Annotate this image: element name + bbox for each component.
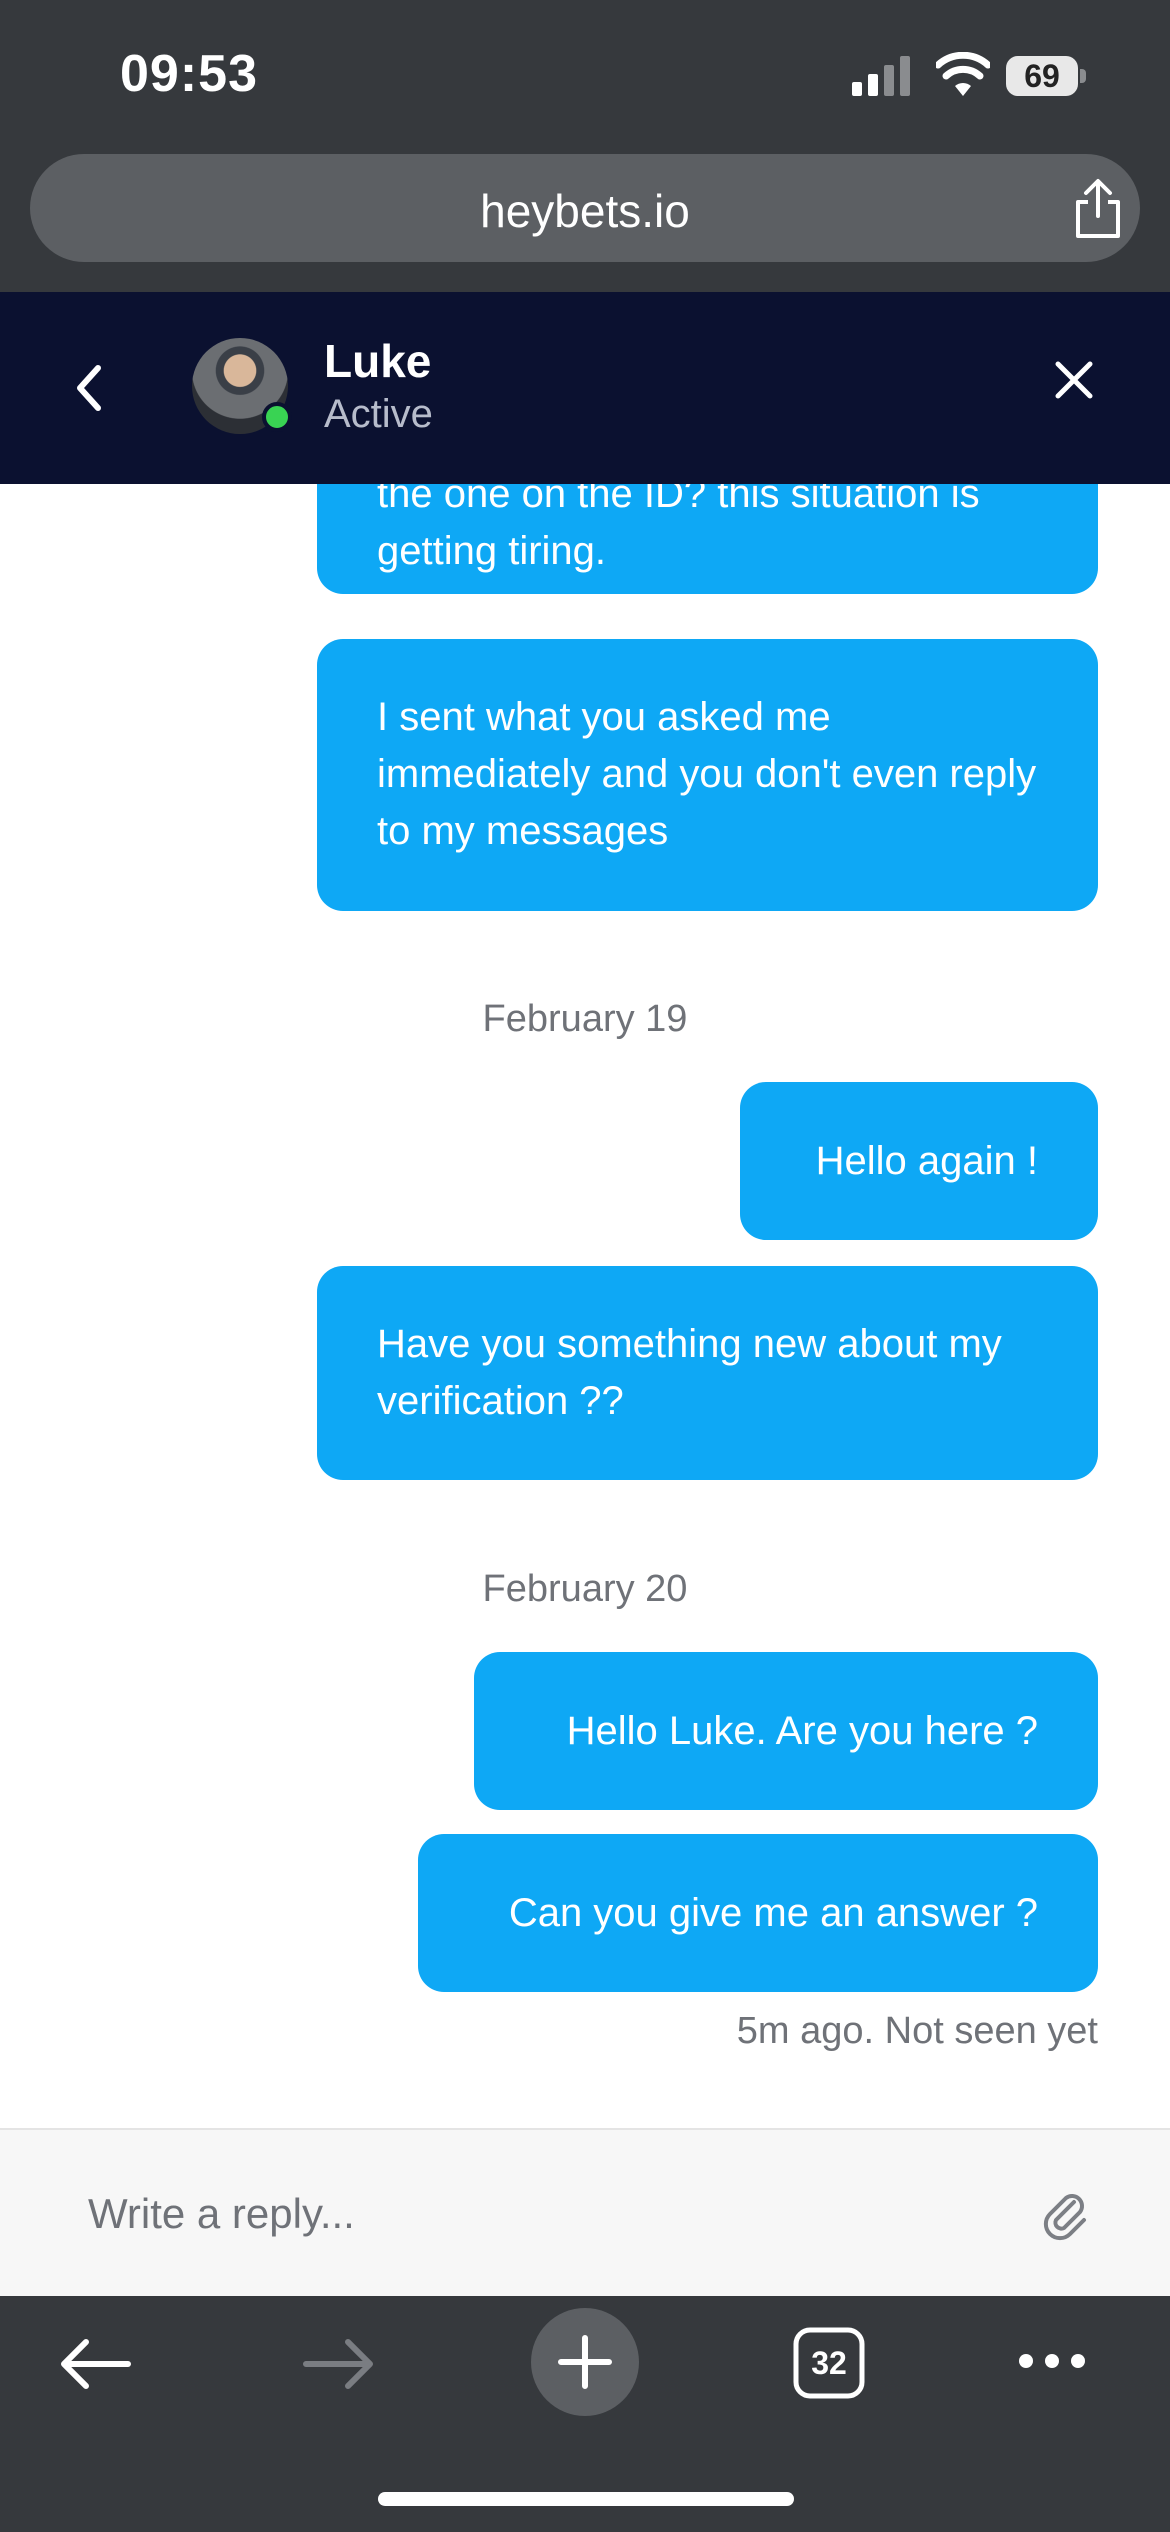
paperclip-icon[interactable]: [1040, 2186, 1090, 2242]
contact-presence: Active: [324, 392, 433, 436]
message-text: Have you something new about my verifica…: [377, 1322, 1002, 1423]
online-status-dot: [262, 402, 292, 432]
message-text: Hello again !: [815, 1139, 1038, 1183]
message-text: getting tiring.: [377, 529, 607, 573]
share-icon[interactable]: [1070, 178, 1126, 240]
message-bubble: Can you give me an answer ?: [418, 1834, 1098, 1992]
message-text: I sent what you asked me immediately and…: [377, 695, 1037, 853]
reply-bar: Write a reply...: [0, 2128, 1170, 2298]
battery-indicator: 69: [1006, 56, 1088, 96]
message-bubble: Have you something new about my verifica…: [317, 1266, 1098, 1480]
chat-header: Luke Active: [0, 292, 1170, 484]
close-icon[interactable]: [1050, 356, 1098, 404]
date-separator: February 19: [482, 998, 688, 1040]
home-indicator[interactable]: [378, 2492, 794, 2506]
message-text: Hello Luke. Are you here ?: [566, 1709, 1038, 1753]
url-text[interactable]: heybets.io: [30, 184, 1140, 238]
cellular-signal-icon: [852, 56, 910, 96]
message-text: the one on the ID? this situation is: [377, 484, 980, 516]
chevron-left-icon[interactable]: [62, 348, 122, 428]
message-bubble: the one on the ID? this situation is get…: [317, 484, 1098, 594]
arrow-right-icon[interactable]: [302, 2336, 376, 2392]
clock: 09:53: [120, 45, 258, 103]
battery-level: 69: [1006, 56, 1078, 96]
more-icon[interactable]: [1016, 2348, 1088, 2374]
message-text: Can you give me an answer ?: [508, 1891, 1038, 1935]
message-bubble: Hello again !: [740, 1082, 1098, 1240]
reply-input[interactable]: Write a reply...: [88, 2166, 988, 2262]
plus-icon[interactable]: [531, 2308, 639, 2416]
battery-nub: [1080, 69, 1086, 83]
date-separator: February 20: [482, 1568, 688, 1610]
tab-count: 32: [811, 2345, 847, 2381]
status-bar: 09:53 69: [0, 0, 1170, 140]
arrow-left-icon[interactable]: [58, 2336, 132, 2392]
message-bubble: I sent what you asked me immediately and…: [317, 639, 1098, 911]
read-receipt: 5m ago. Not seen yet: [736, 2010, 1098, 2052]
contact-name: Luke: [324, 335, 432, 387]
message-bubble: Hello Luke. Are you here ?: [474, 1652, 1098, 1810]
message-list[interactable]: the one on the ID? this situation is get…: [0, 484, 1170, 2128]
browser-url-area: heybets.io: [0, 140, 1170, 292]
tabs-button[interactable]: 32: [792, 2326, 866, 2400]
wifi-icon: [936, 52, 990, 96]
address-bar[interactable]: heybets.io: [30, 154, 1140, 262]
